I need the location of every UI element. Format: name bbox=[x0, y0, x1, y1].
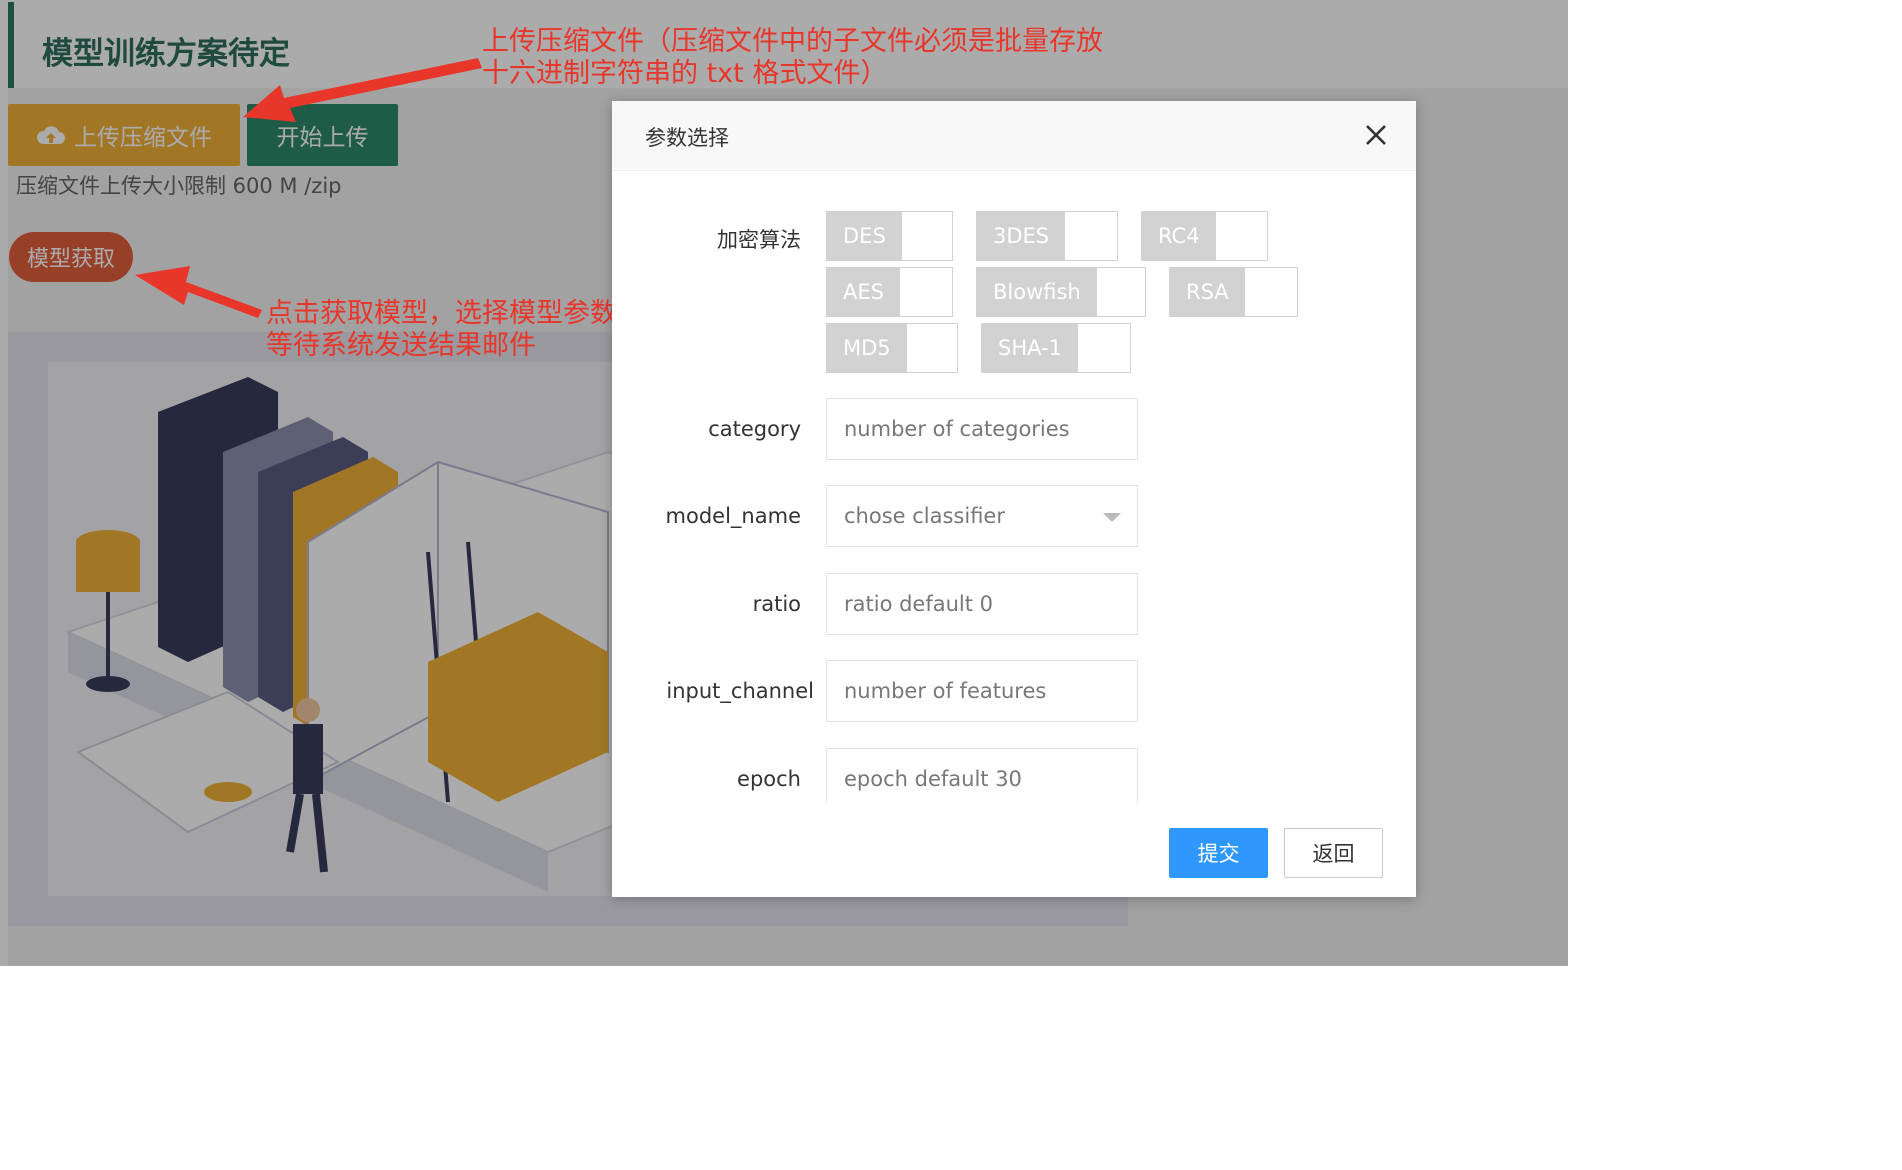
checkbox-box bbox=[1078, 324, 1130, 372]
algo-label: Blowfish bbox=[977, 268, 1097, 316]
model-name-select[interactable]: chose classifier bbox=[826, 485, 1138, 547]
algo-label: MD5 bbox=[827, 324, 907, 372]
param-select-dialog: 参数选择 加密算法 DES 3DES RC4 AES Blowfish RSA … bbox=[612, 101, 1416, 897]
algo-label: DES bbox=[827, 212, 902, 260]
algo-label: SHA-1 bbox=[982, 324, 1078, 372]
algo-checkbox-md5[interactable]: MD5 bbox=[826, 323, 958, 373]
algo-checkbox-aes[interactable]: AES bbox=[826, 267, 953, 317]
epoch-input[interactable]: epoch default 30 bbox=[826, 748, 1138, 803]
algo-checkbox-sha1[interactable]: SHA-1 bbox=[981, 323, 1131, 373]
checkbox-box bbox=[907, 324, 957, 372]
ratio-input[interactable]: ratio default 0 bbox=[826, 573, 1138, 635]
category-label: category bbox=[708, 417, 801, 441]
checkbox-box bbox=[1097, 268, 1145, 316]
algo-label: RSA bbox=[1170, 268, 1245, 316]
upload-annotation: 上传压缩文件（压缩文件中的子文件必须是批量存放 十六进制字符串的 txt 格式文… bbox=[482, 26, 1103, 90]
checkbox-box bbox=[1216, 212, 1267, 260]
dialog-header: 参数选择 bbox=[612, 101, 1416, 171]
algo-label: 3DES bbox=[977, 212, 1066, 260]
category-input[interactable]: number of categories bbox=[826, 398, 1138, 460]
dialog-body: 加密算法 DES 3DES RC4 AES Blowfish RSA MD5 S… bbox=[612, 171, 1416, 803]
back-button[interactable]: 返回 bbox=[1284, 828, 1383, 878]
algo-checkbox-rsa[interactable]: RSA bbox=[1169, 267, 1298, 317]
checkbox-box bbox=[900, 268, 952, 316]
ratio-label: ratio bbox=[752, 592, 801, 616]
algo-checkbox-blowfish[interactable]: Blowfish bbox=[976, 267, 1146, 317]
algo-label: RC4 bbox=[1142, 212, 1216, 260]
upload-annotation-line2: 十六进制字符串的 txt 格式文件） bbox=[482, 58, 888, 89]
input-channel-label: input_channel bbox=[666, 679, 814, 703]
checkbox-box bbox=[902, 212, 952, 260]
checkbox-box bbox=[1245, 268, 1297, 316]
algo-label: AES bbox=[827, 268, 900, 316]
algo-checkbox-des[interactable]: DES bbox=[826, 211, 953, 261]
epoch-label: epoch bbox=[737, 767, 801, 791]
algo-checkbox-3des[interactable]: 3DES bbox=[976, 211, 1118, 261]
input-channel-input[interactable]: number of features bbox=[826, 660, 1138, 722]
algo-checkbox-rc4[interactable]: RC4 bbox=[1141, 211, 1268, 261]
close-icon[interactable] bbox=[1362, 121, 1390, 149]
model-name-label: model_name bbox=[665, 504, 801, 528]
caret-down-icon bbox=[1103, 513, 1121, 522]
upload-annotation-line1: 上传压缩文件（压缩文件中的子文件必须是批量存放 bbox=[482, 26, 1103, 57]
checkbox-box bbox=[1065, 212, 1117, 260]
submit-button[interactable]: 提交 bbox=[1169, 828, 1268, 878]
dialog-title: 参数选择 bbox=[645, 126, 729, 150]
model-name-placeholder: chose classifier bbox=[844, 504, 1005, 528]
encryption-label: 加密算法 bbox=[717, 228, 801, 252]
